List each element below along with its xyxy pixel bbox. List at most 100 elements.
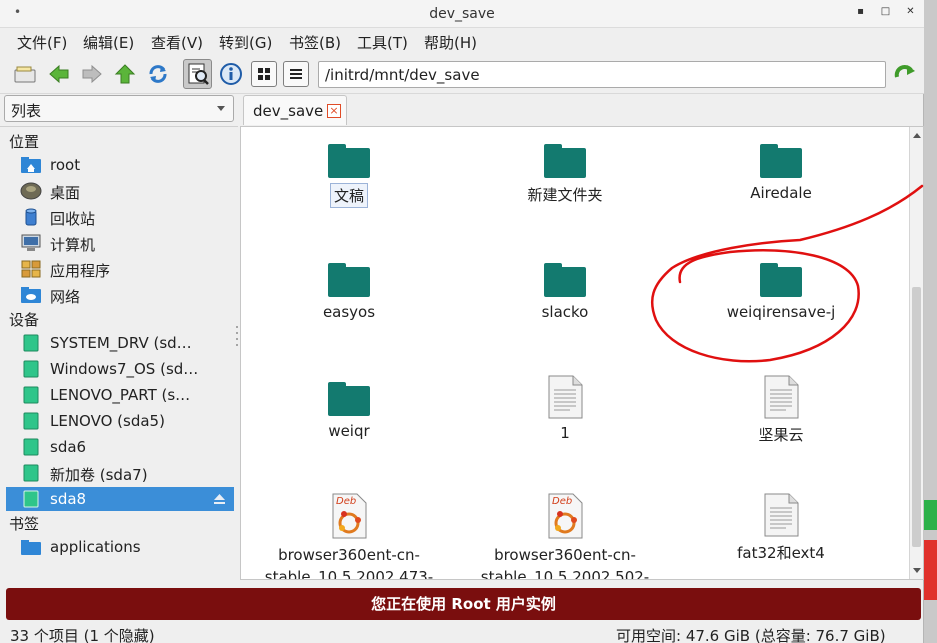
file-item[interactable]: 新建文件夹 (460, 141, 670, 206)
menu-file[interactable]: 文件(F) (17, 32, 67, 53)
file-name: browser360ent-cn-stable_10.5.2002.502-1_… (480, 546, 650, 580)
menu-bookmarks[interactable]: 书签(B) (289, 32, 341, 53)
section-bookmarks: 书签 (9, 515, 40, 533)
list-view-button[interactable] (283, 61, 309, 87)
toggle-location-button[interactable] (183, 59, 212, 89)
up-button[interactable] (112, 61, 138, 87)
sidebar-item-device-sda6[interactable]: sda6 (6, 435, 234, 459)
scroll-thumb[interactable] (912, 287, 921, 547)
file-item[interactable]: weiqr (244, 379, 454, 441)
sidebar-item-label: LENOVO (sda5) (50, 412, 165, 430)
deb-package-icon: Deb (548, 493, 583, 539)
sidebar-item-desktop[interactable]: 桌面 (6, 179, 234, 203)
side-panel-mode-select[interactable]: 列表 (4, 95, 234, 122)
sidebar-item-device-sda7[interactable]: 新加卷 (sda7) (6, 461, 234, 485)
folder-icon (328, 144, 370, 178)
menu-help[interactable]: 帮助(H) (424, 32, 477, 53)
file-name: weiqirensave-j (726, 303, 836, 321)
forward-button[interactable] (79, 61, 105, 87)
network-folder-icon (21, 287, 41, 303)
sidebar-item-label: 网络 (50, 288, 81, 306)
go-button[interactable] (892, 61, 918, 87)
sidebar-item-label: sda6 (50, 438, 87, 456)
file-name: 1 (560, 424, 570, 442)
sidebar-item-device-windows7[interactable]: Windows7_OS (sd… (6, 357, 234, 381)
vertical-scrollbar[interactable] (909, 127, 923, 579)
file-item[interactable]: 坚果云 (676, 375, 886, 446)
sidebar-item-device-lenovo[interactable]: LENOVO (sda5) (6, 409, 234, 433)
file-view: 文稿 新建文件夹 Airedale easyos slacko weiqiren… (240, 126, 924, 580)
minimize-button[interactable]: ▪ (855, 7, 866, 18)
sidebar-item-label: 桌面 (50, 184, 81, 202)
menu-edit[interactable]: 编辑(E) (83, 32, 134, 53)
file-item[interactable]: slacko (460, 260, 670, 322)
file-name: weiqr (328, 422, 370, 440)
back-button[interactable] (46, 61, 72, 87)
menu-bar: 文件(F) 编辑(E) 查看(V) 转到(G) 书签(B) 工具(T) 帮助(H… (0, 28, 924, 54)
sidebar-item-label: 应用程序 (50, 262, 111, 280)
menu-tools[interactable]: 工具(T) (357, 32, 408, 53)
deb-label: Deb (336, 496, 356, 507)
list-view-icon (290, 69, 302, 79)
file-name: 坚果云 (758, 426, 804, 444)
location-input[interactable]: /initrd/mnt/dev_save (318, 61, 886, 88)
sidebar-item-device-sda8[interactable]: sda8 (6, 487, 234, 511)
reload-icon (149, 65, 167, 83)
pane-splitter[interactable] (235, 94, 238, 580)
back-arrow-icon (49, 64, 69, 84)
go-arrow-icon (894, 65, 915, 78)
file-item[interactable]: Airedale (676, 141, 886, 203)
file-name: slacko (541, 303, 589, 321)
file-item[interactable]: weiqirensave-j (676, 260, 886, 322)
sidebar-item-bookmark-applications[interactable]: applications (6, 535, 234, 559)
sidebar-item-device-system-drv[interactable]: SYSTEM_DRV (sd… (6, 331, 234, 355)
text-file-icon (548, 375, 583, 419)
reload-button[interactable] (145, 61, 171, 87)
sidebar-item-network[interactable]: 网络 (6, 283, 234, 307)
scroll-down-icon[interactable] (913, 568, 921, 573)
sidebar-item-label: 计算机 (50, 236, 96, 254)
new-window-button[interactable] (12, 61, 38, 87)
icon-view-button[interactable] (218, 61, 244, 87)
file-name: fat32和ext4 (737, 544, 825, 562)
file-item[interactable]: Deb browser360ent-cn-stable_10.5.2002.50… (460, 493, 670, 580)
folder-icon (760, 144, 802, 178)
maximize-button[interactable]: □ (880, 7, 891, 18)
file-item[interactable]: Deb browser360ent-cn-stable_10.5.2002.47… (244, 493, 454, 579)
tab-label: dev_save (253, 102, 324, 120)
sidebar-item-label: Windows7_OS (sd… (50, 360, 199, 378)
menu-view[interactable]: 查看(V) (151, 32, 203, 53)
sidebar-item-root[interactable]: root (6, 153, 234, 177)
sidebar-item-label: 新加卷 (sda7) (50, 466, 148, 484)
trash-icon (25, 208, 37, 226)
file-item[interactable]: easyos (244, 260, 454, 322)
file-item[interactable]: 1 (460, 375, 670, 443)
eject-icon[interactable] (213, 493, 226, 505)
folder-icon (760, 263, 802, 297)
compact-view-button[interactable] (251, 61, 277, 87)
file-item[interactable]: fat32和ext4 (676, 493, 886, 564)
sidebar-item-computer[interactable]: 计算机 (6, 231, 234, 255)
drive-icon (23, 412, 39, 430)
folder-icon (328, 263, 370, 297)
sidebar-item-label: 回收站 (50, 210, 96, 228)
scroll-up-icon[interactable] (913, 133, 921, 138)
folder-icon (544, 144, 586, 178)
sidebar-item-device-lenovo-part[interactable]: LENOVO_PART (s… (6, 383, 234, 407)
tab-dev-save[interactable]: dev_save × (243, 95, 347, 125)
file-item[interactable]: 文稿 (244, 141, 454, 208)
computer-icon (21, 234, 41, 251)
status-bar: 33 个项目 (1 个隐藏) 可用空间: 47.6 GiB (总容量: 76.7… (0, 622, 924, 643)
grid-view-icon (258, 68, 270, 80)
file-name: 文稿 (329, 183, 368, 208)
tab-close-icon[interactable]: × (327, 104, 341, 118)
sidebar-item-applications[interactable]: 应用程序 (6, 257, 234, 281)
close-button[interactable]: ✕ (905, 7, 916, 18)
menu-go[interactable]: 转到(G) (219, 32, 272, 53)
sidebar-item-trash[interactable]: 回收站 (6, 205, 234, 229)
file-name: easyos (322, 303, 376, 321)
file-manager-window: • dev_save ▪ □ ✕ 文件(F) 编辑(E) 查看(V) 转到(G)… (0, 0, 924, 643)
new-window-icon (14, 66, 36, 83)
chevron-down-icon (217, 106, 225, 111)
sidebar-item-label: LENOVO_PART (s… (50, 386, 191, 404)
